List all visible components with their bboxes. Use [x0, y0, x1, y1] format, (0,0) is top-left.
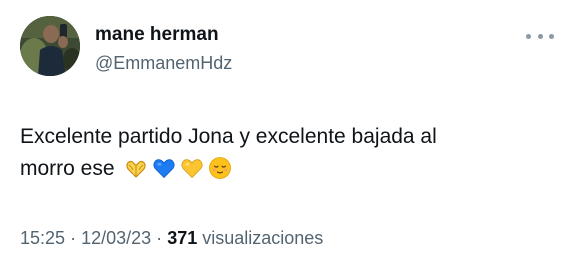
tweet-date[interactable]: 12/03/23	[81, 228, 151, 248]
emoji-row	[124, 156, 232, 180]
more-dot	[526, 33, 531, 39]
tweet-text-line-1: Excelente partido Jona y excelente bajad…	[20, 125, 437, 148]
author-display-name[interactable]: mane herman	[95, 24, 219, 46]
meta-separator: ·	[70, 228, 77, 248]
author-avatar[interactable]	[20, 16, 80, 76]
blue-heart-icon	[153, 159, 175, 179]
meta-separator: ·	[156, 228, 163, 248]
views-label: visualizaciones	[202, 228, 324, 248]
more-dot	[537, 33, 543, 39]
tweet-text-line-2: morro ese	[20, 153, 550, 185]
tweet-text: Excelente partido Jona y excelente bajad…	[20, 121, 550, 185]
views-count: 371	[167, 228, 198, 248]
tweet-time[interactable]: 15:25	[20, 228, 65, 248]
more-dot	[549, 33, 554, 39]
author-handle[interactable]: @EmmanemHdz	[95, 53, 232, 74]
tweet-text-line-2-text: morro ese	[20, 157, 115, 180]
tweet-meta: 15:25 · 12/03/23 · 371 visualizaciones	[20, 228, 323, 249]
heart-hands-icon	[126, 160, 147, 178]
more-options-icon[interactable]	[526, 30, 554, 42]
yellow-heart-icon	[181, 159, 203, 179]
avatar-photo	[20, 16, 80, 76]
relieved-face-icon	[209, 157, 232, 179]
